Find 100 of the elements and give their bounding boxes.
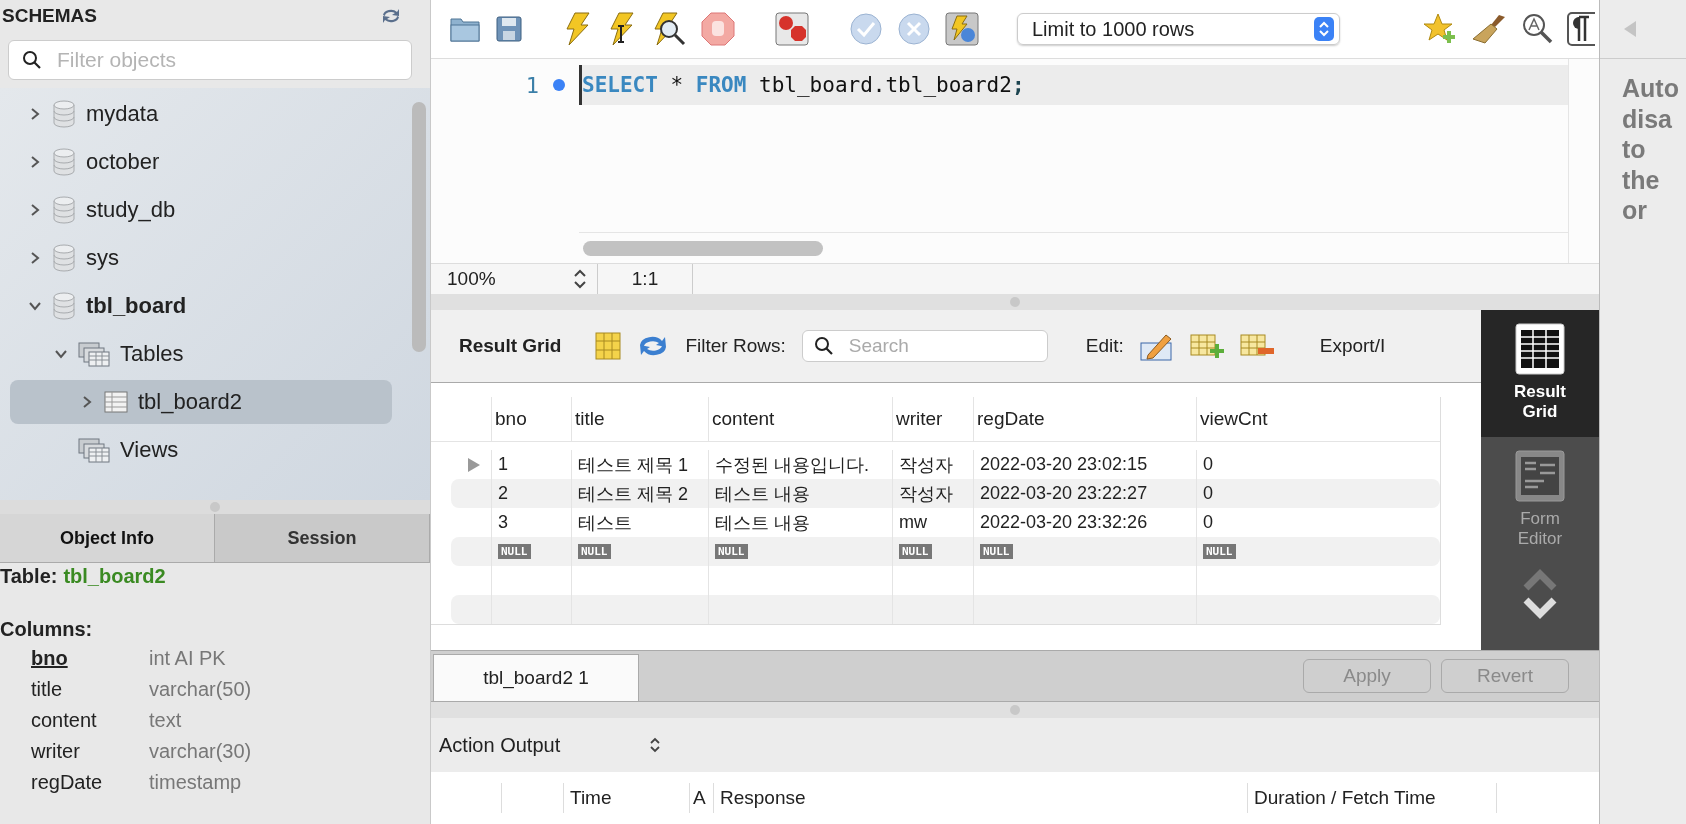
column-header[interactable]: regDate [973, 397, 1196, 441]
column-header[interactable]: writer [892, 397, 973, 441]
column-header[interactable]: A [689, 783, 713, 813]
add-row-icon[interactable] [1189, 332, 1224, 360]
line-number: 1 [525, 72, 539, 98]
scrollbar[interactable] [583, 240, 823, 256]
tree-item[interactable]: Views [10, 428, 392, 472]
lightning-cursor-icon[interactable] [607, 12, 637, 46]
null-badge: NULL [498, 544, 531, 559]
column-type: text [149, 709, 182, 732]
table-cell: 0 [1203, 454, 1213, 475]
column-header[interactable]: content [708, 397, 892, 441]
table-cell: 0 [1203, 483, 1213, 504]
panel-title: SCHEMAS [2, 5, 97, 27]
grid-icon [1514, 322, 1566, 376]
null-badge: NULL [899, 544, 932, 559]
tables-icon [78, 341, 110, 367]
table-name: tbl_board2 [63, 565, 166, 588]
database-icon [52, 148, 76, 176]
column-name: bno [31, 647, 69, 670]
lightning-icon[interactable] [563, 12, 593, 46]
panel-tab[interactable]: Object Info [0, 514, 215, 562]
refresh-icon[interactable] [380, 7, 402, 25]
column-header[interactable]: Time [563, 783, 689, 813]
column-type: varchar(50) [149, 678, 252, 701]
side-tab[interactable]: Form Editor [1481, 436, 1599, 564]
table-cell: 1 [498, 454, 508, 475]
table-cell-text: 테스트 제목 1 [578, 453, 688, 477]
table-cell: 0 [1203, 512, 1213, 533]
table-row[interactable]: 2 테스트 제목 2 테스트 내용 작성자 2022-03-20 23:22:27 0 [451, 479, 1440, 508]
table-cell-text: 테스트 [578, 511, 632, 535]
null-badge: NULL [715, 544, 748, 559]
pilcrow-icon[interactable] [1567, 12, 1595, 46]
folder-icon[interactable] [449, 15, 481, 43]
output-dropdown[interactable]: Action Output [439, 733, 661, 757]
null-badge: NULL [1203, 544, 1236, 559]
column-type: varchar(30) [149, 740, 252, 763]
columns-label: Columns: [0, 618, 94, 641]
null-badge: NULL [980, 544, 1013, 559]
table-cell-text: 테스트 제목 2 [578, 482, 688, 506]
result-grid-title: Result Grid [459, 335, 562, 357]
null-badge: NULL [578, 544, 611, 559]
save-icon[interactable] [495, 15, 523, 43]
table-cell: 2022-03-20 23:32:26 [980, 512, 1148, 533]
broom-icon[interactable] [1471, 13, 1507, 45]
export-label[interactable]: Export/I [1319, 335, 1386, 357]
limit-dropdown[interactable]: Limit to 1000 rows [1017, 13, 1340, 45]
table-cell: mw [899, 512, 927, 533]
stop-error-icon[interactable] [775, 12, 809, 46]
side-tab[interactable]: Result Grid [1481, 310, 1599, 437]
tree-item[interactable]: tbl_board [10, 284, 392, 328]
column-header[interactable]: Duration / Fetch Time [1247, 783, 1497, 813]
tree-item[interactable]: Tables [10, 332, 392, 376]
table-cell-text: 수정된 내용입니다. [715, 453, 869, 477]
table-cell-text: 작성자 [899, 482, 953, 506]
check-icon[interactable] [849, 12, 883, 46]
sql-code: SELECT * FROM tbl_board.tbl_board2; [582, 73, 1025, 97]
table-cell: 2 [498, 483, 508, 504]
table-row[interactable]: NULL NULL NULL NULL NULL NULL [451, 537, 1440, 566]
lightning-magnifier-icon[interactable] [651, 12, 687, 46]
splitter-handle[interactable] [1010, 705, 1020, 715]
column-name: content [31, 709, 98, 732]
tree-item[interactable]: tbl_board2 [10, 380, 392, 424]
tables-icon [78, 437, 110, 463]
table-cell-text: 작성자 [899, 453, 953, 477]
lightning-check-icon[interactable] [945, 12, 979, 46]
tree-item[interactable]: sys [10, 236, 392, 280]
panel-tab[interactable]: Session [215, 514, 430, 562]
result-tab[interactable]: tbl_board2 1 [433, 654, 639, 701]
search-icon [22, 50, 42, 70]
column-name: writer [31, 740, 81, 763]
filter-rows-label: Filter Rows: [685, 335, 786, 357]
statement-dot-icon [553, 79, 565, 91]
column-type: timestamp [149, 771, 242, 794]
tree-item[interactable]: mydata [10, 92, 392, 136]
tree-item[interactable]: study_db [10, 188, 392, 232]
stepper-icon [1314, 17, 1334, 41]
search-icon [813, 336, 834, 356]
table-label: Table: [0, 565, 58, 588]
column-header[interactable]: Response [713, 783, 1247, 813]
database-icon [52, 100, 76, 128]
find-icon[interactable] [1521, 13, 1553, 45]
edit-label: Edit: [1085, 335, 1124, 357]
stepper-icon [649, 736, 661, 754]
columns-icon[interactable] [595, 332, 622, 360]
tree-item[interactable]: october [10, 140, 392, 184]
table-cell: 2022-03-20 23:22:27 [980, 483, 1148, 504]
table-icon [104, 390, 128, 414]
search-field[interactable]: Search [801, 330, 1048, 362]
filter-field[interactable]: Filter objects [8, 40, 412, 80]
column-header[interactable]: viewCnt [1196, 397, 1307, 441]
column-type: int AI PK [149, 647, 226, 670]
stop-hand-icon[interactable] [701, 12, 735, 46]
column-header[interactable]: title [571, 397, 708, 441]
help-text: Auto disa to the or [1621, 73, 1680, 226]
table-cell: 3 [498, 512, 508, 533]
splitter-handle[interactable] [1010, 297, 1020, 307]
scrollbar[interactable] [412, 102, 426, 352]
star-plus-icon[interactable] [1423, 13, 1457, 45]
column-header[interactable]: bno [491, 397, 571, 441]
